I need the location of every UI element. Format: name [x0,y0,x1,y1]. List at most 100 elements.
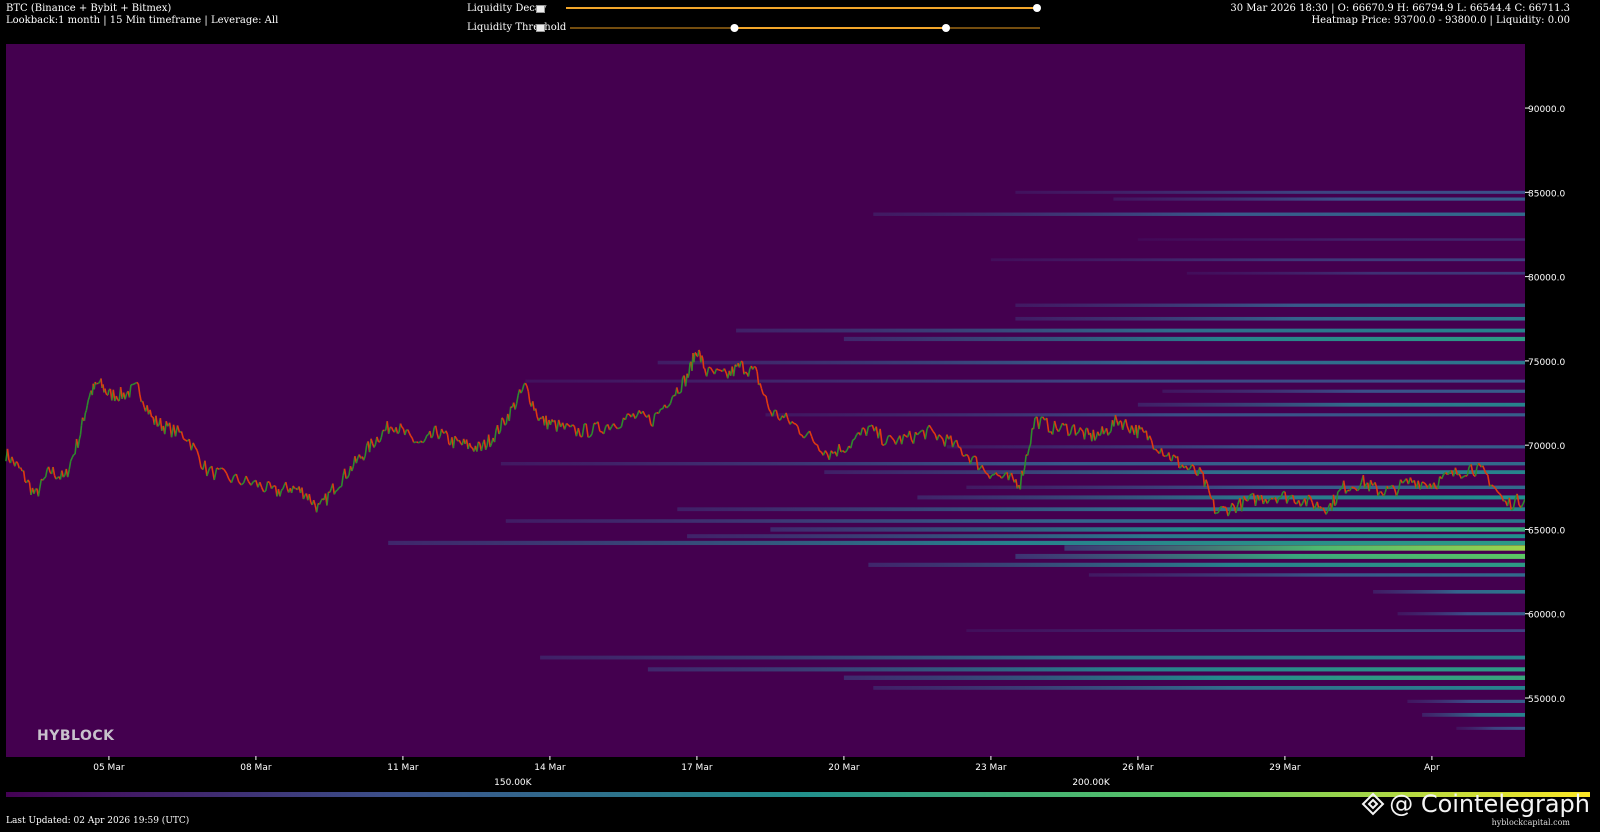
last-updated: Last Updated: 02 Apr 2026 19:59 (UTC) [6,816,190,826]
x-tick-label: 23 Mar [975,763,1007,773]
price-segment [83,412,87,421]
y-tick-label: 65000.0 [1528,526,1565,536]
price-segment [815,443,818,446]
liquidity-band [1137,402,1525,407]
price-segment [339,485,342,488]
price-segment [654,411,658,415]
liquidity-band [687,534,1525,539]
y-tick-label: 60000.0 [1528,611,1565,621]
liquidity-band [540,655,1525,660]
price-segment [862,427,865,430]
liquidity-threshold-max-handle[interactable] [942,24,950,32]
liquidity-band [647,667,1525,672]
price-segment [422,441,425,444]
price-segment [688,362,691,374]
price-segment [1076,431,1080,434]
price-segment [762,393,766,396]
price-segment [1172,454,1175,457]
price-segment [708,366,711,369]
price-segment [793,422,797,425]
price-segment [818,450,822,453]
liquidity-band [966,629,1525,632]
liquidity-band [824,470,1525,475]
y-tick-label: 90000.0 [1528,105,1565,115]
liquidity-band [657,360,1525,365]
x-axis-bg [0,757,1600,762]
liquidity-band [843,336,1525,342]
x-tick-label: 14 Mar [534,763,566,773]
price-segment [85,404,89,411]
price-segment [218,467,222,470]
price-segment [1223,506,1227,509]
price-segment [687,373,690,378]
price-segment [1098,433,1102,437]
price-segment [1080,429,1084,432]
diamond-logo-icon [1361,792,1385,816]
price-segment [599,430,603,433]
price-segment [1214,512,1217,515]
liquidity-band [1015,553,1525,559]
price-segment [477,441,481,444]
price-segment [703,368,707,374]
x-tick-label: 20 Mar [828,763,860,773]
liquidity-decay-handle[interactable] [1033,4,1041,12]
price-segment [338,486,341,489]
liquidity-band [1407,699,1525,703]
y-tick-label: 80000.0 [1528,274,1565,284]
cointelegraph-watermark: @ Cointelegraph [1361,790,1590,818]
liquidity-band [990,258,1525,262]
liquidity-band [677,507,1525,512]
liquidity-band [1422,712,1525,717]
price-segment [263,490,267,493]
hyblock-logo: HYBLOCK [37,728,115,744]
site-credit[interactable]: hyblockcapital.com [1492,818,1570,827]
price-segment [1201,471,1204,474]
price-segment [1510,508,1514,511]
heatmap-chart-area[interactable]: 90000.0 85000.0 80000.0 75000.0 70000.0 65000… [0,44,1600,762]
price-segment [973,455,977,458]
liquidity-band [1397,612,1525,616]
liquidity-band [388,540,1526,546]
x-tick-label: 26 Mar [1122,763,1154,773]
liquidity-band [1162,389,1525,393]
price-segment [958,446,961,449]
price-segment [698,349,701,353]
price-segment [1421,481,1425,484]
liquidity-band [505,519,1525,523]
price-segment [97,382,100,385]
watermark-text: @ Cointelegraph [1389,790,1590,818]
x-tick-label: 17 Mar [681,763,713,773]
x-tick-label: 05 Mar [93,763,125,773]
price-segment [216,467,220,470]
price-segment [1353,486,1356,490]
liquidity-band [843,675,1525,680]
price-segment [701,355,704,359]
liquidity-band [1113,197,1525,201]
price-segment [501,417,504,420]
liquidity-band [770,527,1525,532]
y-tick-label: 70000.0 [1528,442,1565,452]
liquidity-band [1088,573,1525,577]
price-segment [267,480,270,484]
liquidity-threshold-min-handle[interactable] [730,24,739,32]
colorbar [6,792,1590,797]
y-tick-label: 55000.0 [1528,695,1565,705]
price-segment [62,474,66,478]
price-segment [401,426,404,430]
liquidity-band [1015,190,1525,194]
price-segment [132,383,135,386]
price-segment [716,368,719,371]
price-segment [1388,487,1391,490]
price-segment [88,392,92,398]
liquidity-band [1186,271,1525,275]
heatmap-background [6,44,1525,757]
heatmap-chart[interactable]: 90000.0 85000.0 80000.0 75000.0 70000.0 65000… [0,44,1600,762]
price-segment [15,461,19,464]
liquidity-band [500,462,1525,466]
liquidity-band [1015,316,1525,321]
price-segment [744,371,748,374]
price-segment [693,352,696,363]
x-tick-label: Apr [1424,763,1440,773]
price-segment [504,423,507,426]
x-tick-label: 29 Mar [1269,763,1301,773]
